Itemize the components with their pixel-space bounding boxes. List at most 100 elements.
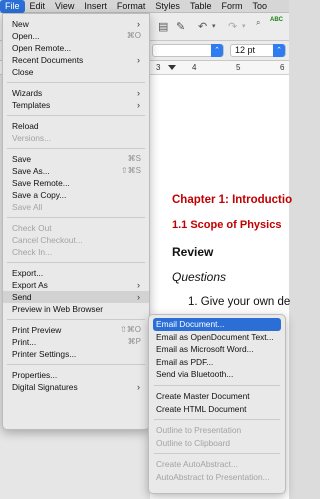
submenu-item-email-odt[interactable]: Email as OpenDocument Text... <box>149 331 285 344</box>
menu-separator <box>154 419 280 421</box>
undo-dropdown-icon[interactable]: ▾ <box>212 22 216 30</box>
menu-item-print-preview[interactable]: Print Preview ⇧⌘O <box>3 324 149 336</box>
font-name-select[interactable]: ⌃ <box>152 44 224 57</box>
file-menu: New › Open... ⌘O Open Remote... Recent Doc… <box>2 13 150 430</box>
menu-format[interactable]: Format <box>112 0 151 13</box>
find-replace-icon[interactable]: ⌕ <box>256 18 260 28</box>
shortcut-label: ⇧⌘O <box>120 325 141 334</box>
menu-item-save[interactable]: Save ⌘S <box>3 153 149 165</box>
redo-icon[interactable]: ↷ <box>228 20 237 33</box>
menu-styles[interactable]: Styles <box>150 0 185 13</box>
submenu-item-create-master-document[interactable]: Create Master Document <box>149 390 285 403</box>
ruler-label: 3 <box>156 63 161 72</box>
redo-dropdown-icon[interactable]: ▾ <box>242 22 246 30</box>
clone-formatting-icon[interactable]: ✎ <box>176 20 185 33</box>
paste-icon[interactable]: ▤ <box>158 20 168 33</box>
menu-item-new[interactable]: New › <box>3 18 149 30</box>
menu-separator <box>7 217 145 218</box>
ruler-label: 6 <box>280 63 285 72</box>
menu-item-preview-web[interactable]: Preview in Web Browser <box>3 303 149 315</box>
menu-tools[interactable]: Too <box>247 0 272 13</box>
menu-item-open-remote[interactable]: Open Remote... <box>3 42 149 54</box>
menu-item-label: Export... <box>12 268 44 278</box>
chevron-right-icon: › <box>137 100 140 110</box>
menu-item-label: Print Preview <box>12 325 62 335</box>
submenu-item-email-pdf[interactable]: Email as PDF... <box>149 356 285 369</box>
menu-table[interactable]: Table <box>185 0 217 13</box>
menu-item-label: Digital Signatures <box>12 382 78 392</box>
submenu-item-email-document[interactable]: Email Document... <box>153 318 281 331</box>
shortcut-label: ⌘P <box>127 337 141 346</box>
menu-item-save-copy[interactable]: Save a Copy... <box>3 189 149 201</box>
chevron-right-icon: › <box>137 280 140 290</box>
menu-separator <box>7 82 145 83</box>
menu-item-label: Export As <box>12 280 48 290</box>
menu-item-label: Cancel Checkout... <box>12 235 83 245</box>
menu-item-label: Check In... <box>12 247 53 257</box>
submenu-item-email-word[interactable]: Email as Microsoft Word... <box>149 343 285 356</box>
menu-view[interactable]: View <box>50 0 79 13</box>
menu-item-reload[interactable]: Reload <box>3 120 149 132</box>
undo-icon[interactable]: ↶ <box>198 20 207 33</box>
menu-item-check-in: Check In... <box>3 246 149 258</box>
font-size-select[interactable]: 12 pt ⌃ <box>230 44 286 57</box>
ruler-indent-marker[interactable] <box>168 65 176 70</box>
menu-item-save-remote[interactable]: Save Remote... <box>3 177 149 189</box>
menu-item-label: Printer Settings... <box>12 349 77 359</box>
shortcut-label: ⇧⌘S <box>120 166 141 175</box>
menu-item-recent-documents[interactable]: Recent Documents › <box>3 54 149 66</box>
menu-item-label: Recent Documents <box>12 55 84 65</box>
menu-item-export-as[interactable]: Export As › <box>3 279 149 291</box>
menu-insert[interactable]: Insert <box>79 0 112 13</box>
menu-item-save-as[interactable]: Save As... ⇧⌘S <box>3 165 149 177</box>
submenu-item-send-bluetooth[interactable]: Send via Bluetooth... <box>149 368 285 381</box>
chevron-right-icon: › <box>137 19 140 29</box>
submenu-item-outline-presentation: Outline to Presentation <box>156 425 242 436</box>
ruler-label: 5 <box>236 63 241 72</box>
section-heading: 1.1 Scope of Physics <box>172 219 282 231</box>
menu-item-digital-signatures[interactable]: Digital Signatures › <box>3 381 149 393</box>
shortcut-label: ⌘S <box>127 154 141 163</box>
menu-item-label: Print... <box>12 337 37 347</box>
review-heading: Review <box>172 245 214 259</box>
menu-item-label: Reload <box>12 121 39 131</box>
chapter-heading: Chapter 1: Introductio <box>172 194 293 206</box>
menu-separator <box>7 319 145 320</box>
menu-item-versions: Versions... <box>3 132 149 144</box>
chevron-right-icon: › <box>137 292 140 302</box>
menu-item-open[interactable]: Open... ⌘O <box>3 30 149 42</box>
menu-item-properties[interactable]: Properties... <box>3 369 149 381</box>
menu-item-label: Save All <box>12 202 43 212</box>
menu-item-label: Save As... <box>12 166 50 176</box>
menu-item-label: Save a Copy... <box>12 190 67 200</box>
submenu-item-create-html-document[interactable]: Create HTML Document <box>149 403 285 416</box>
menu-item-label: Close <box>12 67 34 77</box>
menu-separator <box>154 384 280 386</box>
menu-item-label: Open Remote... <box>12 43 72 53</box>
spellcheck-icon[interactable]: ABC <box>270 17 283 23</box>
menu-item-close[interactable]: Close <box>3 66 149 78</box>
menu-item-wizards[interactable]: Wizards › <box>3 87 149 99</box>
menu-item-export[interactable]: Export... <box>3 267 149 279</box>
chevron-right-icon: › <box>137 382 140 392</box>
menu-file[interactable]: File <box>0 0 25 13</box>
menu-item-templates[interactable]: Templates › <box>3 99 149 111</box>
shortcut-label: ⌘O <box>126 31 141 40</box>
menu-item-label: Preview in Web Browser <box>12 304 104 314</box>
menu-item-label: Open... <box>12 31 40 41</box>
font-name-dropdown-icon[interactable]: ⌃ <box>211 44 223 57</box>
menu-form[interactable]: Form <box>216 0 247 13</box>
questions-heading: Questions <box>172 270 227 284</box>
menu-item-printer-settings[interactable]: Printer Settings... <box>3 348 149 360</box>
menu-separator <box>7 115 145 116</box>
font-size-value: 12 pt <box>235 45 256 55</box>
menu-edit[interactable]: Edit <box>25 0 51 13</box>
menu-item-print[interactable]: Print... ⌘P <box>3 336 149 348</box>
send-submenu: Email Document... Email as OpenDocument … <box>148 314 286 494</box>
menu-item-send[interactable]: Send › <box>3 291 149 303</box>
menu-item-label: Send <box>12 292 32 302</box>
font-size-dropdown-icon[interactable]: ⌃ <box>273 44 285 57</box>
menu-item-label: Properties... <box>12 370 58 380</box>
menu-item-save-all: Save All <box>3 201 149 213</box>
submenu-item-autoabstract-presentation: AutoAbstract to Presentation... <box>156 471 270 482</box>
